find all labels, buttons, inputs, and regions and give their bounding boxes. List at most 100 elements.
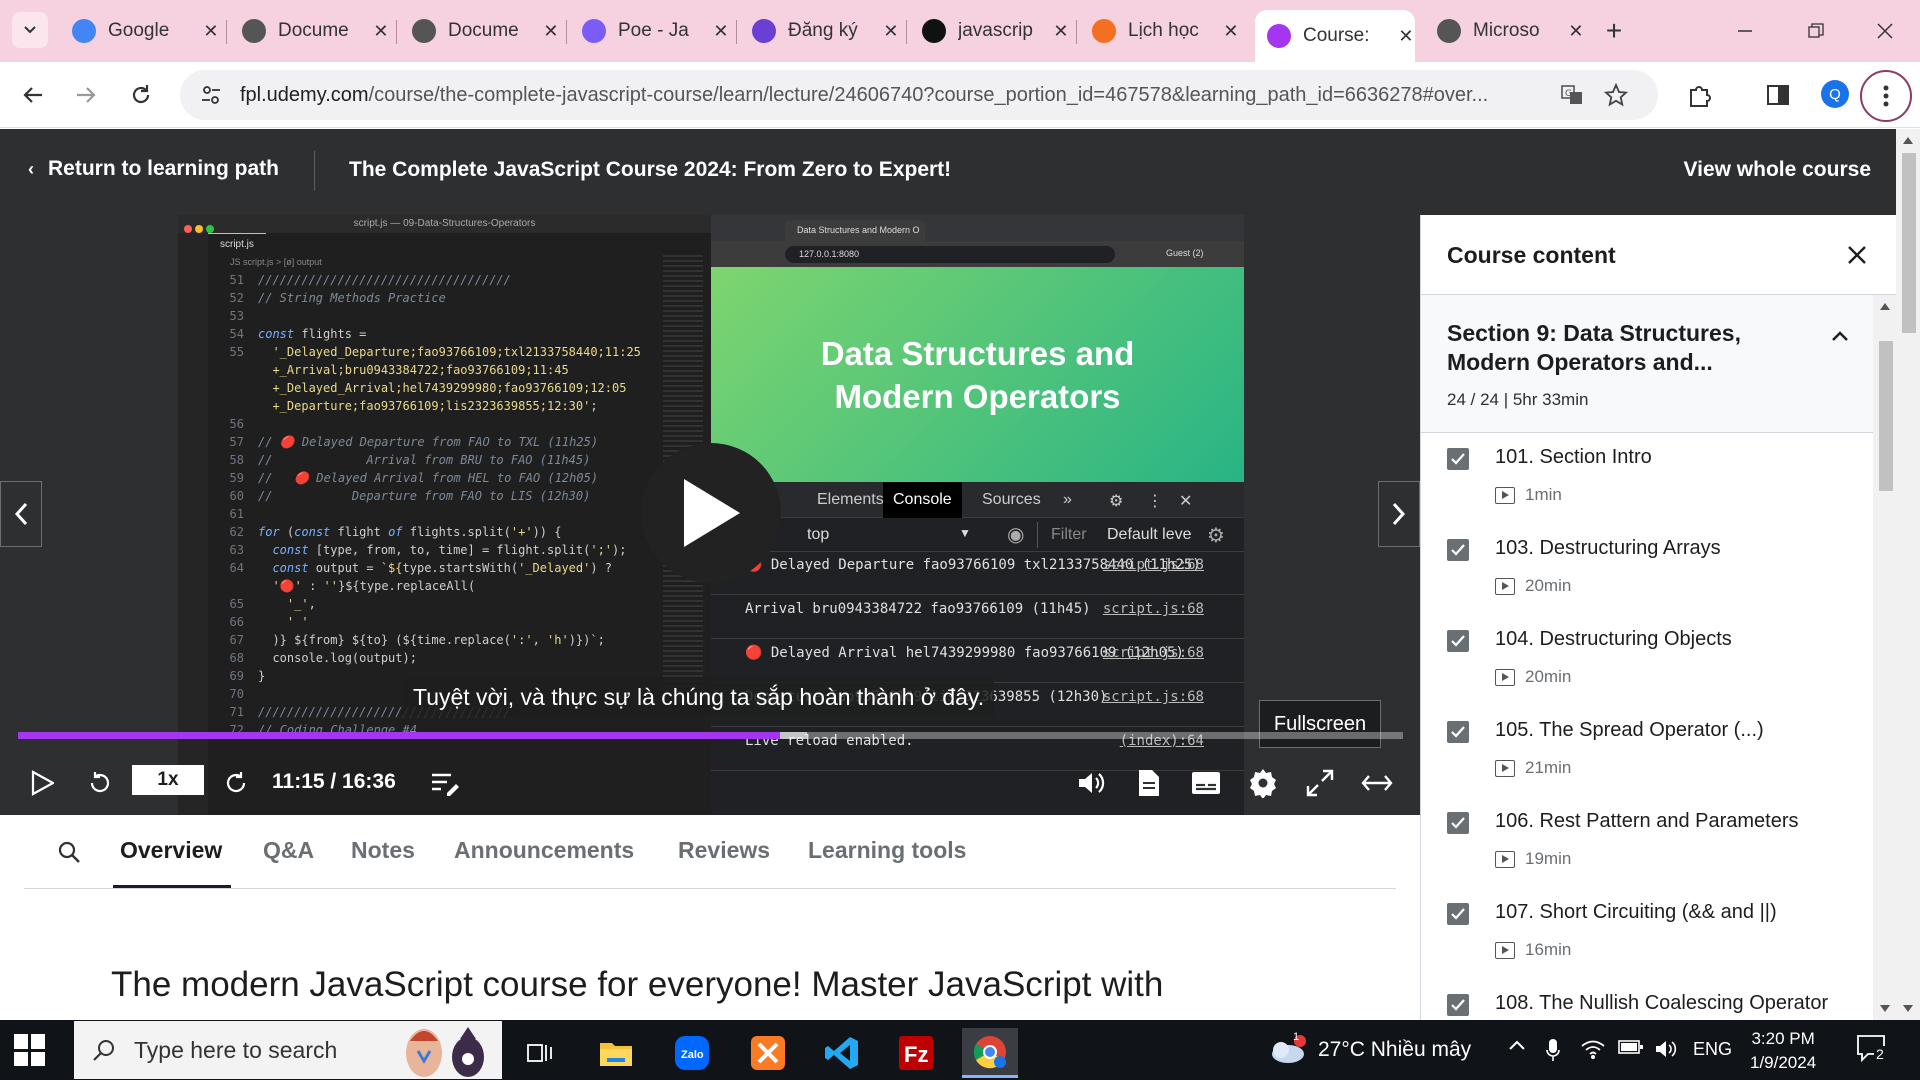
close-tab-icon[interactable]: ✕: [1397, 25, 1415, 47]
reload-button[interactable]: [121, 75, 161, 115]
tab-announcements[interactable]: Announcements: [454, 837, 634, 864]
playback-speed-button[interactable]: 1x: [132, 765, 204, 795]
lecture-complete-checkbox[interactable]: [1447, 721, 1469, 743]
tab-learning-tools[interactable]: Learning tools: [808, 837, 966, 864]
close-sidebar-button[interactable]: [1839, 237, 1875, 273]
chrome-button[interactable]: [962, 1028, 1018, 1078]
close-tab-icon[interactable]: ✕: [1222, 20, 1240, 42]
captions-button[interactable]: [1186, 763, 1226, 803]
page-scrollbar[interactable]: [1896, 129, 1920, 1020]
restore-button[interactable]: [1799, 14, 1833, 48]
vscode-button[interactable]: [814, 1028, 870, 1078]
microphone-icon[interactable]: [1546, 1038, 1560, 1067]
system-clock[interactable]: 3:20 PM 1/9/2024: [1750, 1027, 1816, 1075]
wifi-icon[interactable]: [1580, 1038, 1606, 1065]
lecture-complete-checkbox[interactable]: [1447, 994, 1469, 1016]
side-panel-button[interactable]: [1758, 75, 1798, 115]
translate-button[interactable]: G: [1557, 80, 1587, 110]
return-to-learning-path-link[interactable]: ‹ Return to learning path: [28, 157, 279, 181]
lecture-item[interactable]: 103. Destructuring Arrays 20min: [1421, 524, 1873, 615]
browser-tab[interactable]: Course: ✕: [1255, 10, 1415, 62]
transcript-button[interactable]: [1129, 763, 1169, 803]
lecture-complete-checkbox[interactable]: [1447, 903, 1469, 925]
address-bar[interactable]: fpl.udemy.com/course/the-complete-javasc…: [180, 70, 1658, 120]
zalo-button[interactable]: Zalo: [664, 1028, 720, 1078]
browser-tab[interactable]: Docume ✕: [400, 10, 560, 52]
close-tab-icon[interactable]: ✕: [1052, 20, 1070, 42]
browser-tab[interactable]: Docume ✕: [230, 10, 390, 52]
lecture-item[interactable]: 101. Section Intro 1min: [1421, 433, 1873, 524]
big-play-button[interactable]: [641, 443, 781, 583]
scroll-down-arrow[interactable]: [1880, 1005, 1890, 1012]
play-button[interactable]: [22, 763, 62, 803]
start-button[interactable]: [14, 1034, 46, 1066]
search-button[interactable]: [54, 837, 84, 867]
battery-icon[interactable]: [1618, 1038, 1644, 1061]
tab-notes[interactable]: Notes: [351, 837, 415, 864]
browser-tab[interactable]: Microso ✕: [1425, 10, 1585, 52]
close-tab-icon[interactable]: ✕: [1567, 20, 1585, 42]
close-tab-icon[interactable]: ✕: [372, 20, 390, 42]
tab-overview[interactable]: Overview: [120, 837, 222, 864]
lecture-item[interactable]: 104. Destructuring Objects 20min: [1421, 615, 1873, 706]
minimize-button[interactable]: [1728, 14, 1762, 48]
tab-qa[interactable]: Q&A: [263, 837, 314, 864]
fullscreen-button[interactable]: [1300, 763, 1340, 803]
new-tab-button[interactable]: +: [1597, 14, 1631, 48]
lecture-item[interactable]: 105. The Spread Operator (...) 21min: [1421, 706, 1873, 797]
section-header[interactable]: Section 9: Data Structures, Modern Opera…: [1421, 295, 1873, 433]
browser-tab[interactable]: Lịch học ✕: [1080, 10, 1240, 52]
browser-tab[interactable]: Google ✕: [60, 10, 220, 52]
expand-view-button[interactable]: [1357, 763, 1397, 803]
rewind-5s-button[interactable]: [80, 763, 120, 803]
browser-tab[interactable]: Đăng ký ✕: [740, 10, 900, 52]
url-text[interactable]: fpl.udemy.com/course/the-complete-javasc…: [240, 84, 1560, 107]
back-button[interactable]: [13, 75, 53, 115]
close-tab-icon[interactable]: ✕: [202, 20, 220, 42]
xampp-button[interactable]: [740, 1028, 796, 1078]
next-lecture-button[interactable]: [1378, 481, 1420, 547]
chevron-up-icon[interactable]: [1508, 1038, 1526, 1056]
video-progress-bar[interactable]: [18, 732, 1403, 739]
close-tab-icon[interactable]: ✕: [712, 20, 730, 42]
page-scroll-thumb[interactable]: [1902, 153, 1916, 333]
scroll-up-arrow[interactable]: [1880, 303, 1890, 310]
scroll-down-arrow[interactable]: [1903, 1005, 1913, 1012]
lecture-item[interactable]: 108. The Nullish Coalescing Operator: [1421, 979, 1873, 1020]
close-window-button[interactable]: [1868, 14, 1902, 48]
browser-menu-button[interactable]: [1860, 70, 1912, 122]
taskbar-search[interactable]: Type here to search: [74, 1021, 502, 1079]
lecture-complete-checkbox[interactable]: [1447, 630, 1469, 652]
bookmark-button[interactable]: [1601, 80, 1631, 110]
lecture-complete-checkbox[interactable]: [1447, 539, 1469, 561]
add-note-button[interactable]: [426, 763, 466, 803]
task-view-button[interactable]: [512, 1028, 568, 1078]
input-language[interactable]: ENG: [1693, 1039, 1732, 1060]
volume-icon[interactable]: [1654, 1038, 1678, 1065]
view-whole-course-link[interactable]: View whole course: [1683, 158, 1871, 182]
file-explorer-button[interactable]: [588, 1028, 644, 1078]
volume-button[interactable]: [1072, 763, 1112, 803]
scroll-up-arrow[interactable]: [1903, 137, 1913, 144]
lecture-item[interactable]: 107. Short Circuiting (&& and ||) 16min: [1421, 888, 1873, 979]
browser-tab[interactable]: javascrip ✕: [910, 10, 1070, 52]
tab-search-button[interactable]: [12, 12, 48, 48]
forward-5s-button[interactable]: [216, 763, 256, 803]
lecture-item[interactable]: 106. Rest Pattern and Parameters 19min: [1421, 797, 1873, 888]
close-tab-icon[interactable]: ✕: [542, 20, 560, 42]
video-player[interactable]: script.js — 09-Data-Structures-Operators…: [0, 215, 1420, 815]
settings-button[interactable]: [1243, 763, 1283, 803]
weather-widget[interactable]: 1 27°C Nhiều mây: [1266, 1031, 1471, 1065]
sidebar-scrollbar[interactable]: [1873, 295, 1896, 1020]
tab-reviews[interactable]: Reviews: [678, 837, 770, 864]
forward-button[interactable]: [66, 75, 106, 115]
notification-center-button[interactable]: 2: [1856, 1034, 1890, 1066]
site-info-button[interactable]: [196, 80, 226, 110]
lecture-complete-checkbox[interactable]: [1447, 812, 1469, 834]
extensions-button[interactable]: [1680, 75, 1720, 115]
previous-lecture-button[interactable]: [0, 481, 42, 547]
filezilla-button[interactable]: Fz: [888, 1028, 944, 1078]
sidebar-scroll-thumb[interactable]: [1879, 341, 1893, 491]
close-tab-icon[interactable]: ✕: [882, 20, 900, 42]
browser-tab[interactable]: Poe - Ja ✕: [570, 10, 730, 52]
